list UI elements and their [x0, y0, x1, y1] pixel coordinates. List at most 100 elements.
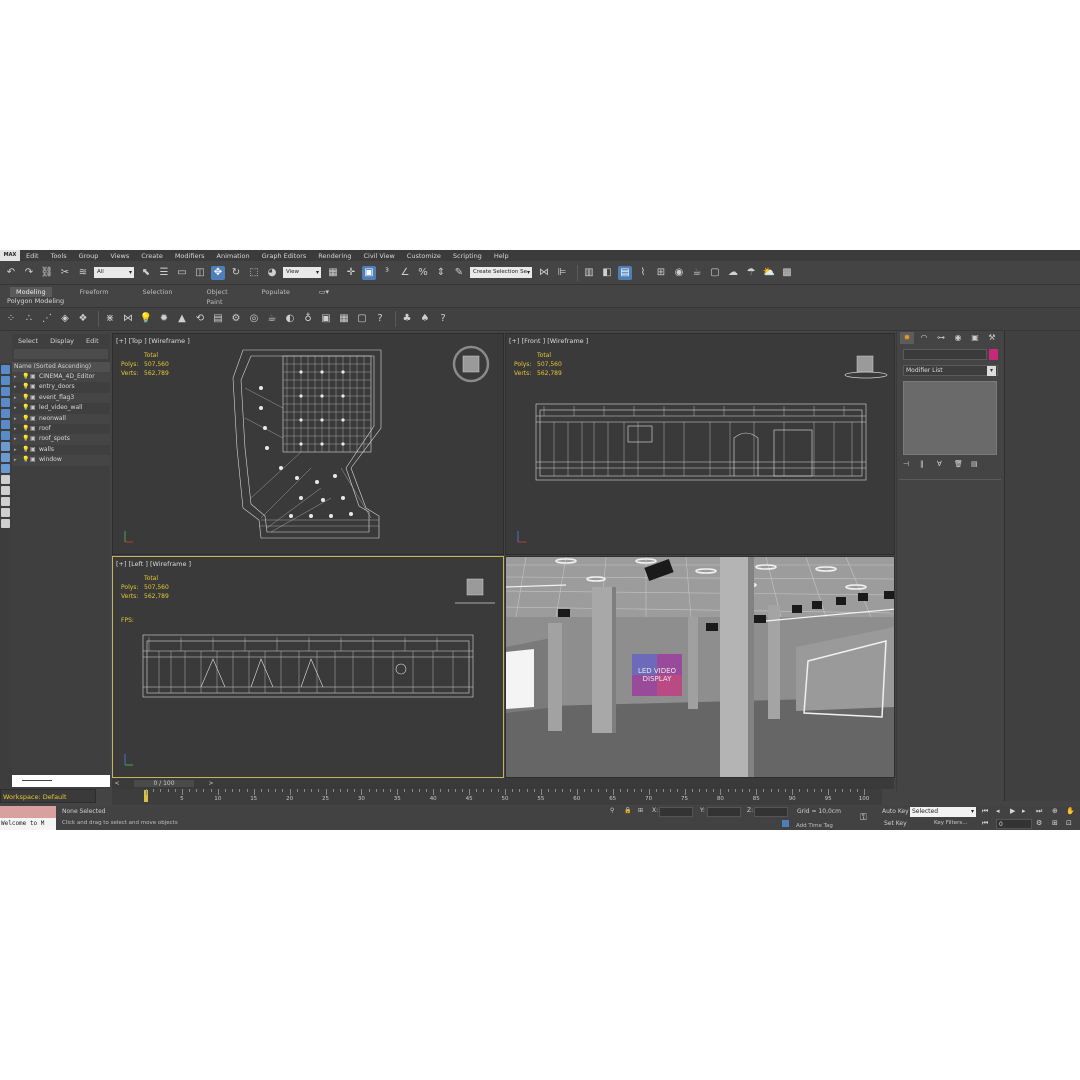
material-editor-icon[interactable]: ◉: [672, 266, 686, 280]
set-key-button[interactable]: Set Key: [884, 820, 907, 827]
light-bulb-icon[interactable]: 💡: [22, 372, 30, 382]
viewport-left[interactable]: [+] [Left ] [Wireframe ] Total Polys: 507…: [112, 556, 504, 778]
undo-icon[interactable]: ↶: [4, 266, 18, 280]
schematic-view-icon[interactable]: ⊞: [654, 266, 668, 280]
manipulate-icon[interactable]: ✛: [344, 266, 358, 280]
bind-spacewarp-icon[interactable]: ≋: [76, 266, 90, 280]
select-move-icon[interactable]: ✥: [211, 265, 225, 280]
select-scale-icon[interactable]: ⬚: [247, 266, 261, 280]
light-bulb-icon[interactable]: 💡: [22, 424, 30, 434]
ribbon-options-icon[interactable]: ▭▾: [318, 287, 330, 297]
hierarchy-tab-icon[interactable]: ⊶: [934, 332, 948, 344]
z-coord-input[interactable]: [754, 807, 788, 817]
mirror-icon[interactable]: ⋈: [537, 266, 551, 280]
light-bulb-icon[interactable]: 💡: [22, 403, 30, 413]
key-mode-select[interactable]: Selected: [910, 807, 976, 817]
utilities-tab-icon[interactable]: ⚒: [985, 332, 999, 344]
cone-icon[interactable]: ▲: [175, 312, 189, 326]
menu-edit[interactable]: Edit: [26, 252, 39, 260]
menu-civil-view[interactable]: Civil View: [363, 252, 394, 260]
bulb-icon[interactable]: ♁: [301, 312, 315, 326]
modifier-stack[interactable]: [903, 381, 997, 455]
next-frame-icon[interactable]: ▸: [1022, 807, 1026, 815]
pin-stack-icon[interactable]: ⊣: [903, 460, 913, 468]
display-tab-icon[interactable]: ▣: [968, 332, 982, 344]
display-bones-icon[interactable]: [1, 464, 10, 473]
a360-gallery-icon[interactable]: ▩: [780, 266, 794, 280]
tab-object-paint[interactable]: Object Paint: [201, 287, 234, 306]
expand-icon[interactable]: ▸: [14, 414, 22, 424]
rectangular-selection-icon[interactable]: ▭: [175, 266, 189, 280]
auto-key-button[interactable]: Auto Key: [882, 808, 909, 815]
previous-frame-icon[interactable]: ◂: [996, 807, 1000, 815]
render-in-cloud-icon[interactable]: ⛅: [762, 266, 776, 280]
tab-freeform[interactable]: Freeform: [74, 287, 115, 297]
grid-icon[interactable]: ▦: [337, 312, 351, 326]
sun-icon[interactable]: ✹: [157, 312, 171, 326]
snaps-toggle-icon[interactable]: ³: [380, 266, 394, 280]
invert-display-icon[interactable]: [1, 497, 10, 506]
add-time-tag[interactable]: Add Time Tag: [782, 820, 833, 829]
object-name-input[interactable]: [903, 349, 987, 360]
light-bulb-icon[interactable]: 💡: [22, 455, 30, 465]
render-iterative-icon[interactable]: ☂: [744, 266, 758, 280]
settings-icon[interactable]: ⚙: [229, 312, 243, 326]
motion-tab-icon[interactable]: ◉: [951, 332, 965, 344]
display-spacewarps-icon[interactable]: [1, 431, 10, 440]
percent-snap-icon[interactable]: %: [416, 266, 430, 280]
rendered-frame-window-icon[interactable]: ▢: [708, 266, 722, 280]
reference-coordinate-select[interactable]: View: [283, 267, 321, 278]
time-slider[interactable]: < 0 / 100 >: [112, 778, 894, 789]
explorer-column-header[interactable]: Name (Sorted Ascending): [12, 362, 110, 372]
display-xrefs-icon[interactable]: [1, 453, 10, 462]
align-icon[interactable]: ⊫: [555, 266, 569, 280]
layer-manager-icon[interactable]: ▥: [582, 266, 596, 280]
named-selection-set-select[interactable]: Create Selection Se: [470, 267, 532, 278]
place-icon[interactable]: ◕: [265, 266, 279, 280]
keyboard-shortcut-icon[interactable]: ▣: [362, 265, 376, 280]
pan-icon[interactable]: ✋: [1066, 807, 1075, 815]
display-all-icon[interactable]: [1, 475, 10, 484]
display-none-icon[interactable]: [1, 486, 10, 495]
populate-icon[interactable]: ♣: [400, 312, 414, 326]
sphere-icon[interactable]: ◐: [283, 312, 297, 326]
menu-create[interactable]: Create: [141, 252, 163, 260]
explorer-tab-edit[interactable]: Edit: [86, 337, 99, 345]
expand-icon[interactable]: ▸: [14, 382, 22, 392]
menu-tools[interactable]: Tools: [51, 252, 67, 260]
shrink-selection-icon[interactable]: ⋈: [121, 312, 135, 326]
frame-icon[interactable]: ▢: [355, 312, 369, 326]
camera-icon[interactable]: ◎: [247, 312, 261, 326]
light-icon[interactable]: 💡: [139, 312, 153, 326]
view-cube-icon[interactable]: [844, 354, 890, 382]
field-of-view-icon[interactable]: ⊞: [1052, 819, 1058, 827]
select-rotate-icon[interactable]: ↻: [229, 266, 243, 280]
edge-icon[interactable]: ⋰: [40, 312, 54, 326]
current-frame-input[interactable]: 0: [996, 819, 1032, 829]
lock-icon[interactable]: 🔒: [624, 807, 631, 814]
help-icon[interactable]: ?: [436, 312, 450, 326]
display-groups-icon[interactable]: [1, 442, 10, 451]
viewport-label[interactable]: [+] [Left ] [Wireframe ]: [116, 560, 191, 568]
menu-customize[interactable]: Customize: [407, 252, 441, 260]
workspace-selector[interactable]: Workspace: Default: [0, 789, 96, 803]
flow-icon[interactable]: ♠: [418, 312, 432, 326]
vertex-icon[interactable]: ∴: [22, 312, 36, 326]
modify-tab-icon[interactable]: ◠: [917, 332, 931, 344]
light-bulb-icon[interactable]: 💡: [22, 434, 30, 444]
lock-selection-icon[interactable]: ⚲: [610, 807, 614, 814]
play-icon[interactable]: ▶: [1010, 807, 1015, 815]
key-filters-button[interactable]: Key Filters...: [934, 820, 967, 826]
box-icon[interactable]: ▣: [319, 312, 333, 326]
polygon-icon[interactable]: ◈: [58, 312, 72, 326]
list-item[interactable]: ▸ 💡 ▣ neonwall: [12, 413, 110, 424]
transform-mode-icon[interactable]: ⊞: [638, 807, 643, 814]
configure-modifier-sets-icon[interactable]: ▤: [971, 460, 981, 468]
time-slider-prev-icon[interactable]: <: [112, 780, 122, 787]
expand-icon[interactable]: ▸: [14, 445, 22, 455]
select-by-name-icon[interactable]: ☰: [157, 266, 171, 280]
scene-explorer-icon[interactable]: ◧: [600, 266, 614, 280]
add-time-tag-icon[interactable]: [782, 820, 789, 827]
maximize-viewport-icon[interactable]: ⊡: [1066, 819, 1072, 827]
menu-modifiers[interactable]: Modifiers: [175, 252, 205, 260]
